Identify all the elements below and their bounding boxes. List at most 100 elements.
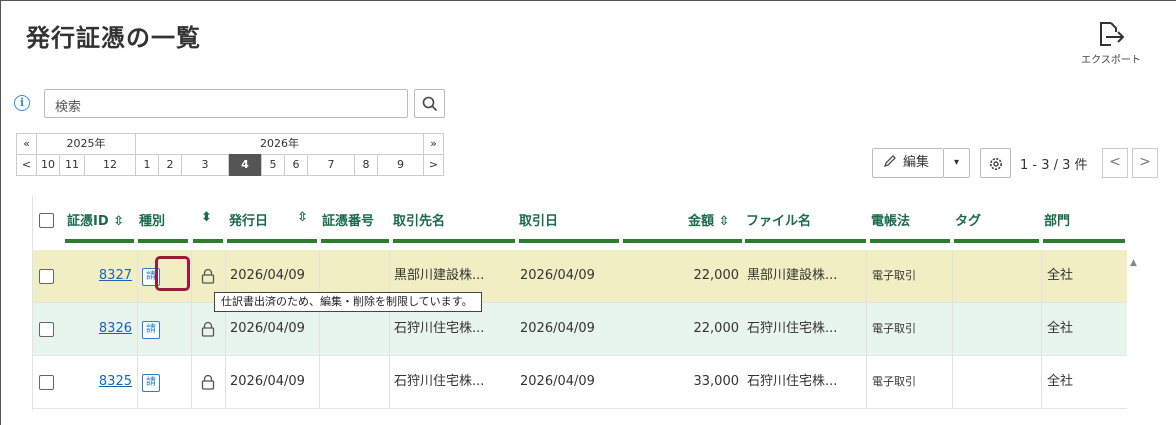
lock-icon[interactable] bbox=[201, 374, 215, 390]
export-button[interactable]: エクスポート bbox=[1066, 20, 1156, 66]
header-ebook[interactable]: 電帳法 bbox=[871, 210, 910, 229]
month-calendar: « 2025年 2026年 » < 10 11 12 1 2 3 4 5 6 7… bbox=[16, 133, 446, 181]
month-cell[interactable]: 9 bbox=[377, 154, 424, 176]
type-badge: 請 bbox=[142, 374, 160, 392]
header-underline bbox=[321, 239, 389, 243]
dept-cell: 全社 bbox=[1041, 250, 1127, 302]
sort-icon[interactable]: ⬍ bbox=[201, 210, 212, 225]
sort-icon[interactable]: ⇳ bbox=[297, 210, 308, 225]
header-issue-date[interactable]: 発行日 bbox=[229, 210, 268, 229]
table-row[interactable]: 8327 請 2026/04/09 黒部川建設株... 2026/04/09 2… bbox=[33, 250, 1127, 303]
month-cell[interactable]: 2 bbox=[158, 154, 182, 176]
year-label-2026: 2026年 bbox=[135, 133, 424, 155]
prev-month-button[interactable]: < bbox=[16, 154, 37, 176]
type-badge: 請 bbox=[142, 321, 160, 339]
tag-cell bbox=[952, 250, 1041, 302]
header-underline bbox=[519, 239, 619, 243]
next-month-button[interactable]: > bbox=[423, 154, 444, 176]
amount-cell: 33,000 bbox=[693, 374, 740, 389]
header-trade-date[interactable]: 取引日 bbox=[519, 210, 558, 229]
header-filename[interactable]: ファイル名 bbox=[746, 210, 811, 229]
page-title: 発行証憑の一覧 bbox=[26, 24, 201, 52]
tag-cell bbox=[952, 303, 1041, 355]
header-underline bbox=[65, 239, 134, 243]
header-type[interactable]: 種別 bbox=[139, 210, 165, 229]
header-underline bbox=[138, 239, 188, 243]
header-amount[interactable]: 金額 ⇳ bbox=[688, 210, 729, 229]
ebook-cell: 電子取引 bbox=[866, 356, 952, 408]
header-partner[interactable]: 取引先名 bbox=[393, 210, 445, 229]
dept-cell: 全社 bbox=[1041, 356, 1127, 408]
type-cell: 請 bbox=[137, 356, 190, 408]
prev-page-button[interactable]: < bbox=[1102, 148, 1128, 178]
month-cell[interactable]: 7 bbox=[307, 154, 355, 176]
edit-dropdown-button[interactable]: ▾ bbox=[944, 148, 970, 178]
table-row[interactable]: 8325 請 2026/04/09 石狩川住宅株... 2026/04/09 3… bbox=[33, 356, 1127, 409]
header-underline bbox=[954, 239, 1039, 243]
header-dept[interactable]: 部門 bbox=[1044, 210, 1070, 229]
filename-cell: 石狩川住宅株... bbox=[747, 374, 838, 389]
lock-icon[interactable] bbox=[201, 268, 215, 284]
year-label-2025: 2025年 bbox=[36, 133, 136, 155]
month-cell[interactable]: 12 bbox=[84, 154, 136, 176]
month-cell[interactable]: 8 bbox=[354, 154, 378, 176]
next-page-button[interactable]: > bbox=[1132, 148, 1158, 178]
amount-cell: 22,000 bbox=[693, 321, 740, 336]
month-cell[interactable]: 6 bbox=[284, 154, 308, 176]
table-header: 証憑ID ⇳ 種別 ⬍ 発行日 ⇳ 証憑番号 取引先名 取引日 金額 ⇳ ファイ… bbox=[33, 196, 1129, 246]
lock-tooltip: 仕訳書出済のため、編集・削除を制限しています。 bbox=[214, 292, 482, 312]
gear-icon bbox=[990, 158, 1002, 170]
voucher-id-link[interactable]: 8327 bbox=[60, 250, 134, 302]
lock-cell bbox=[191, 356, 225, 408]
scroll-up-arrow[interactable]: ▲ bbox=[1130, 258, 1137, 268]
search-input[interactable]: 検索 bbox=[44, 89, 408, 118]
prev-year-button[interactable]: « bbox=[16, 133, 37, 155]
search-button[interactable] bbox=[414, 89, 445, 118]
header-underline bbox=[227, 239, 317, 243]
search-icon bbox=[422, 96, 438, 112]
month-cell[interactable]: 1 bbox=[135, 154, 159, 176]
chevron-down-icon: ▾ bbox=[953, 157, 960, 168]
export-icon bbox=[1100, 22, 1125, 46]
type-cell: 請 bbox=[137, 303, 190, 355]
lock-highlight-box bbox=[155, 256, 190, 291]
month-cell[interactable]: 3 bbox=[181, 154, 229, 176]
settings-button[interactable] bbox=[980, 148, 1011, 178]
trade-date-cell: 2026/04/09 bbox=[520, 268, 595, 283]
info-icon[interactable]: i bbox=[14, 95, 30, 111]
ebook-cell: 電子取引 bbox=[866, 250, 952, 302]
header-underline bbox=[623, 239, 742, 243]
voucher-id-link[interactable]: 8326 bbox=[60, 303, 134, 355]
filename-cell: 石狩川住宅株... bbox=[747, 321, 838, 336]
header-underline bbox=[745, 239, 866, 243]
edit-button[interactable]: 編集 bbox=[872, 148, 944, 178]
voucher-id-link[interactable]: 8325 bbox=[60, 356, 134, 408]
month-cell[interactable]: 11 bbox=[59, 154, 85, 176]
month-cell[interactable]: 10 bbox=[36, 154, 60, 176]
doc-no-cell bbox=[319, 356, 389, 408]
lock-icon[interactable] bbox=[201, 321, 215, 337]
trade-date-cell: 2026/04/09 bbox=[520, 374, 595, 389]
header-underline bbox=[193, 239, 223, 243]
next-year-button[interactable]: » bbox=[423, 133, 444, 155]
header-tag[interactable]: タグ bbox=[955, 210, 981, 229]
row-checkbox[interactable] bbox=[39, 322, 54, 337]
select-all-checkbox[interactable] bbox=[39, 213, 54, 228]
header-id[interactable]: 証憑ID ⇳ bbox=[67, 210, 124, 229]
row-checkbox[interactable] bbox=[39, 375, 54, 390]
month-cell-selected[interactable]: 4 bbox=[229, 154, 261, 176]
amount-cell: 22,000 bbox=[693, 268, 740, 283]
header-doc-no[interactable]: 証憑番号 bbox=[322, 210, 374, 229]
header-underline bbox=[393, 239, 515, 243]
trade-date-cell: 2026/04/09 bbox=[520, 321, 595, 336]
partner-cell: 石狩川住宅株... bbox=[389, 356, 517, 408]
edit-label: 編集 bbox=[903, 155, 930, 170]
row-checkbox[interactable] bbox=[39, 269, 54, 284]
ebook-cell: 電子取引 bbox=[866, 303, 952, 355]
dept-cell: 全社 bbox=[1041, 303, 1127, 355]
header-underline bbox=[1043, 239, 1125, 243]
month-cell[interactable]: 5 bbox=[261, 154, 285, 176]
table-row[interactable]: 8326 請 2026/04/09 石狩川住宅株... 2026/04/09 2… bbox=[33, 303, 1127, 356]
voucher-table: 証憑ID ⇳ 種別 ⬍ 発行日 ⇳ 証憑番号 取引先名 取引日 金額 ⇳ ファイ… bbox=[32, 196, 1128, 411]
export-label: エクスポート bbox=[1081, 55, 1141, 66]
